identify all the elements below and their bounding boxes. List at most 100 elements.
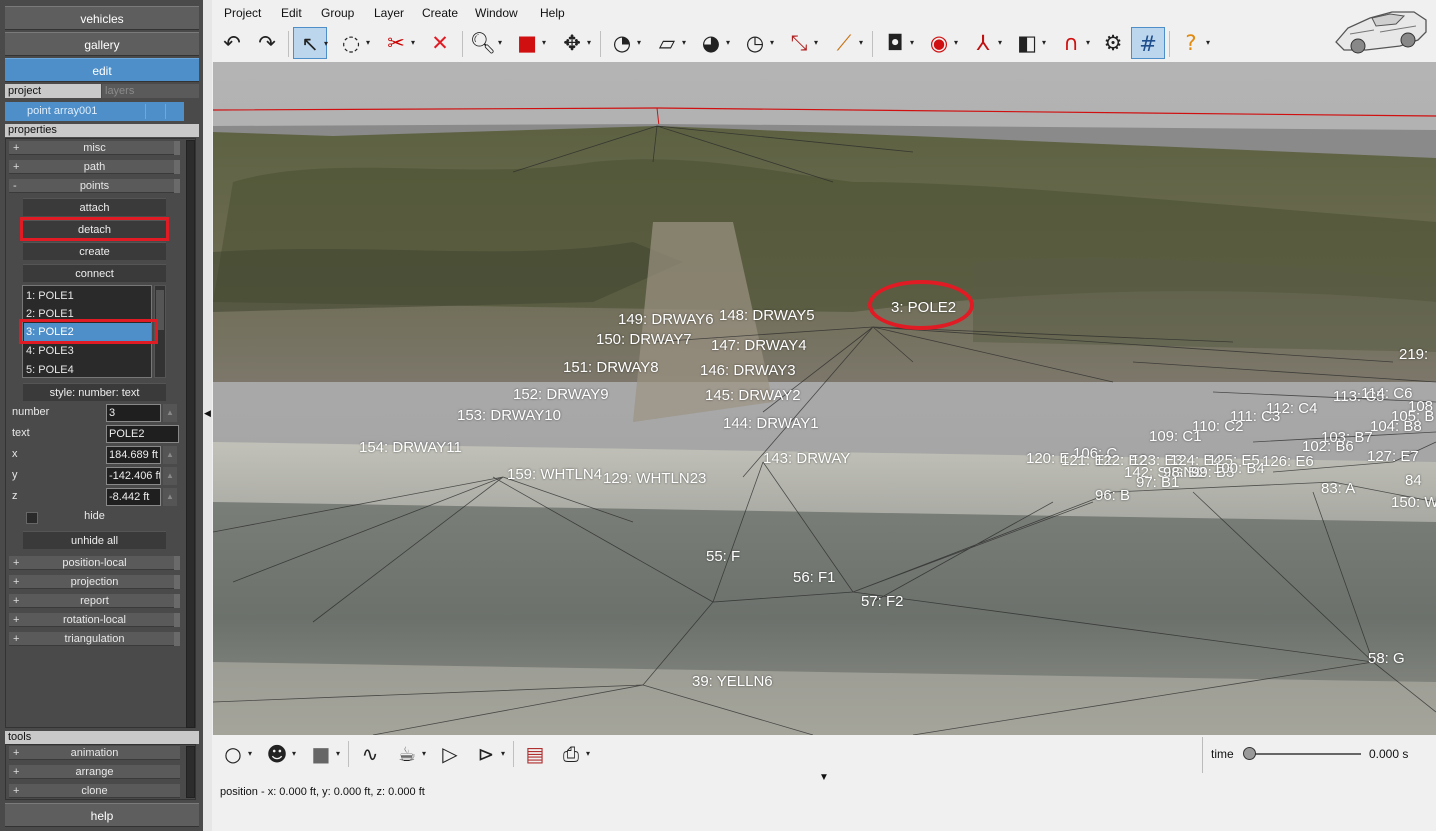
x-stepper[interactable]: ▲ (163, 446, 177, 464)
point-label[interactable]: 57: F2 (861, 593, 904, 610)
point-label[interactable]: 96: B (1095, 487, 1130, 504)
point-label[interactable]: 152: DRWAY9 (513, 386, 609, 403)
point-label[interactable]: 149: DRWAY6 (618, 311, 714, 328)
point-label[interactable]: 153: DRWAY10 (457, 407, 561, 424)
report-icon[interactable]: ▤ (518, 737, 552, 771)
tool-arrange[interactable]: + arrange (9, 765, 180, 779)
group-position-local[interactable]: + position-local (9, 556, 180, 570)
point-label[interactable]: 143: DRWAY (763, 450, 850, 467)
time-slider-track[interactable] (1249, 753, 1361, 755)
point-label[interactable]: 84 (1405, 472, 1422, 489)
teapot-icon[interactable]: ☕︎ ▾ (390, 737, 426, 771)
points-list[interactable]: 1: POLE1 2: POLE1 3: POLE2 4: POLE3 5: P… (22, 285, 152, 378)
settings-gear-icon[interactable]: ⚙ (1096, 27, 1130, 59)
menu-window[interactable]: Window (475, 2, 518, 24)
measure-icon[interactable]: ⤡ ▾ (782, 27, 818, 59)
menu-help[interactable]: Help (540, 2, 565, 24)
angle-icon[interactable]: ◷ ▾ (738, 27, 774, 59)
menu-project[interactable]: Project (224, 2, 261, 24)
tab-project[interactable]: project (5, 84, 101, 98)
point-label[interactable]: 154: DRWAY11 (359, 439, 462, 456)
help-icon[interactable]: ? ▾ (1174, 27, 1210, 59)
menu-edit[interactable]: Edit (281, 2, 302, 24)
scroll-thumb[interactable] (156, 290, 164, 330)
3d-viewport[interactable]: 149: DRWAY6 148: DRWAY5 150: DRWAY7 147:… (213, 62, 1436, 735)
delete-x-icon[interactable]: ✕ (423, 27, 457, 59)
z-stepper[interactable]: ▲ (163, 488, 177, 506)
help-button[interactable]: help (5, 803, 199, 827)
point-label[interactable]: 58: G (1368, 650, 1405, 667)
list-item[interactable]: 5: POLE4 (24, 361, 151, 379)
point-label[interactable]: 145: DRWAY2 (705, 387, 801, 404)
point-label[interactable]: 159: WHTLN4 (507, 466, 602, 483)
gauge-icon[interactable]: ◔ ▾ (605, 27, 641, 59)
camera-target-icon[interactable]: ◘ ▾ (878, 27, 914, 59)
point-label[interactable]: 151: DRWAY8 (563, 359, 659, 376)
list-item[interactable]: 2: POLE1 (24, 305, 151, 323)
redo-icon[interactable]: ↷ (250, 27, 284, 59)
print-icon[interactable]: ⎙ ▾ (554, 737, 590, 771)
select-arrow-icon[interactable]: ↖ ▾ (293, 27, 328, 59)
tool-clone[interactable]: + clone (9, 784, 180, 798)
plane-icon[interactable]: ▱ ▾ (650, 27, 686, 59)
undo-icon[interactable]: ↶ (215, 27, 249, 59)
point-label[interactable]: 114: C6 (1361, 385, 1412, 402)
point-label[interactable]: 129: WHTLN23 (603, 470, 706, 487)
attach-button[interactable]: attach (23, 198, 166, 216)
sidebar-collapse-handle[interactable]: ◀ (203, 0, 212, 831)
point-label[interactable]: 146: DRWAY3 (700, 362, 796, 379)
list-item[interactable]: 4: POLE3 (24, 342, 151, 360)
point-label[interactable]: 150: W (1391, 494, 1436, 511)
create-button[interactable]: create (23, 242, 166, 260)
text-field[interactable] (106, 425, 179, 443)
dial-icon[interactable]: ◕ ▾ (694, 27, 730, 59)
point-label[interactable]: 126: E6 (1262, 453, 1314, 470)
tab-layers[interactable]: layers (102, 84, 199, 98)
expand-panel-arrow-icon[interactable]: ▼ (819, 772, 829, 783)
head-icon[interactable]: ☻ ▾ (260, 737, 296, 771)
vehicles-button[interactable]: vehicles (5, 6, 199, 30)
point-label[interactable]: 97: B1 (1136, 474, 1179, 491)
number-stepper[interactable]: ▲ (163, 404, 177, 422)
time-slider-handle[interactable] (1243, 747, 1256, 760)
point-label[interactable]: 104: B8 (1370, 418, 1422, 435)
point-label[interactable]: 127: E7 (1367, 448, 1419, 465)
graph-icon[interactable]: ∿ (353, 737, 387, 771)
unhide-all-button[interactable]: unhide all (23, 531, 166, 549)
point-label[interactable]: 109: C1 (1149, 428, 1202, 445)
detach-button[interactable]: detach (23, 220, 166, 238)
point-label[interactable]: 144: DRWAY1 (723, 415, 819, 432)
group-triangulation[interactable]: + triangulation (9, 632, 180, 646)
point-label[interactable]: 100: B4 (1213, 460, 1265, 477)
point-label[interactable]: 148: DRWAY5 (719, 307, 815, 324)
properties-scrollbar[interactable] (186, 140, 195, 728)
cut-icon[interactable]: ✂ ▾ (379, 27, 415, 59)
step-icon[interactable]: ⊳ ▾ (469, 737, 505, 771)
grid-icon[interactable]: # (1131, 27, 1165, 59)
number-field[interactable] (106, 404, 161, 422)
group-points[interactable]: - points (9, 179, 180, 193)
style-button[interactable]: style: number: text (23, 383, 166, 401)
edit-button[interactable]: edit (5, 58, 199, 82)
point-label[interactable]: 219: (1399, 346, 1428, 363)
points-list-scrollbar[interactable] (154, 285, 166, 378)
target-icon[interactable]: ◉ ▾ (922, 27, 958, 59)
point-label[interactable]: 83: A (1321, 480, 1355, 497)
lasso-icon[interactable]: ◌ ▾ (334, 27, 370, 59)
point-label[interactable]: 147: DRWAY4 (711, 337, 807, 354)
zoom-icon[interactable]: 🔍︎ ▾ (466, 27, 502, 59)
circle-icon[interactable]: ○ ▾ (216, 737, 252, 771)
gallery-button[interactable]: gallery (5, 32, 199, 56)
group-rotation-local[interactable]: + rotation-local (9, 613, 180, 627)
y-field[interactable] (106, 467, 161, 485)
tools-scrollbar[interactable] (186, 746, 195, 798)
list-item[interactable]: 1: POLE1 (24, 287, 151, 305)
point-label[interactable]: 56: F1 (793, 569, 836, 586)
menu-group[interactable]: Group (321, 2, 354, 24)
connect-button[interactable]: connect (23, 264, 166, 282)
z-field[interactable] (106, 488, 161, 506)
menu-create[interactable]: Create (422, 2, 458, 24)
y-stepper[interactable]: ▲ (163, 467, 177, 485)
x-field[interactable] (106, 446, 161, 464)
point-label[interactable]: 55: F (706, 548, 740, 565)
